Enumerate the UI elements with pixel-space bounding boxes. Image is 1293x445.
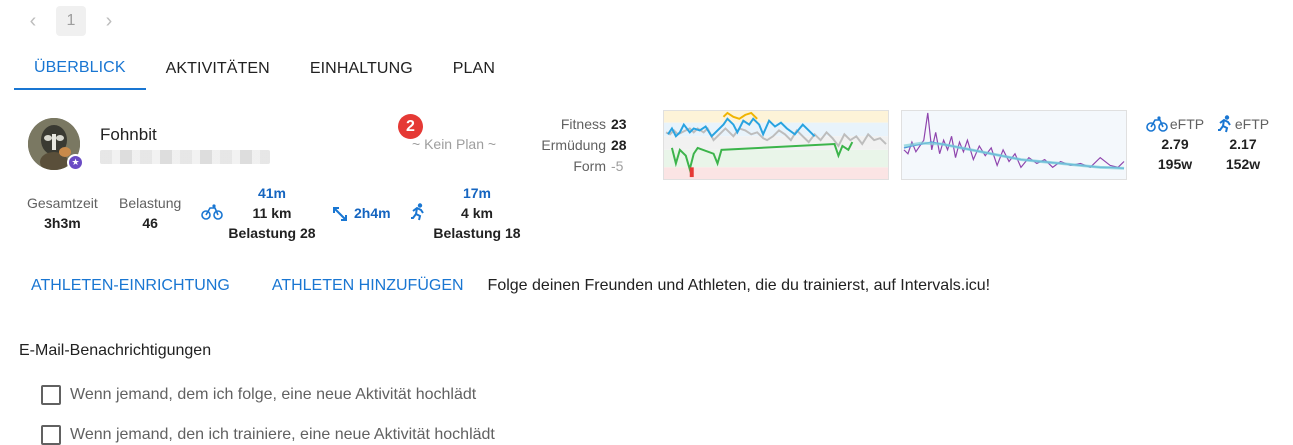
athlete-links: ATHLETEN-EINRICHTUNG ATHLETEN HINZUFÜGEN…: [31, 276, 990, 296]
tab-activities[interactable]: AKTIVITÄTEN: [146, 48, 290, 90]
eftp-ride: eFTP 2.79 195w: [1144, 114, 1206, 174]
run-icon: [411, 203, 424, 221]
tab-compliance[interactable]: EINHALTUNG: [290, 48, 433, 90]
run-distance: 4 km: [461, 205, 493, 221]
prev-page-button[interactable]: ‹: [20, 6, 46, 36]
form-label: Form: [573, 158, 606, 174]
power-curve-chart[interactable]: [901, 110, 1127, 180]
ride-load: Belastung 28: [228, 225, 316, 241]
eftp-ride-label: eFTP: [1169, 116, 1205, 132]
tab-overview[interactable]: ÜBERBLICK: [14, 48, 146, 90]
notify-coached-upload-option[interactable]: Wenn jemand, den ich trainiere, eine neu…: [41, 424, 495, 445]
fitness-summary: Fitness 23 Ermüdung 28 Form -5: [530, 114, 630, 177]
ride-time: 41m: [257, 185, 287, 201]
eftp-ride-wkg: 2.79: [1161, 136, 1189, 152]
notify-followed-upload-option[interactable]: Wenn jemand, dem ich folge, eine neue Ak…: [41, 384, 476, 406]
star-icon: ★: [67, 154, 84, 171]
run-time: 17m: [462, 185, 492, 201]
plan-status[interactable]: ~ Kein Plan ~: [412, 136, 496, 152]
run-icon: [1217, 115, 1231, 133]
eftp-run-watts: 152w: [1225, 156, 1261, 172]
bike-icon: [1146, 116, 1168, 132]
fatigue-label: Ermüdung: [541, 137, 606, 153]
notify-coached-upload-checkbox[interactable]: [41, 425, 61, 445]
current-page[interactable]: 1: [56, 6, 86, 36]
notify-followed-upload-checkbox[interactable]: [41, 385, 61, 405]
next-page-button[interactable]: ›: [96, 6, 122, 36]
follow-text: Folge deinen Freunden und Athleten, die …: [487, 277, 991, 294]
athlete-setup-link[interactable]: ATHLETEN-EINRICHTUNG: [31, 277, 230, 295]
eftp-ride-watts: 195w: [1157, 156, 1193, 172]
fatigue-value: 28: [611, 137, 627, 153]
eftp-run-label: eFTP: [1234, 116, 1270, 132]
form-value: -5: [611, 158, 624, 174]
run-load: Belastung 18: [433, 225, 521, 241]
fitness-label: Fitness: [560, 116, 606, 132]
blurred-email: [100, 150, 270, 164]
notify-followed-upload-label[interactable]: Wenn jemand, dem ich folge, eine neue Ak…: [70, 386, 476, 404]
pager: ‹ 1 ›: [20, 6, 122, 36]
run-stat[interactable]: 17m 4 km Belastung 18: [430, 183, 524, 243]
add-athletes-link[interactable]: ATHLETEN HINZUFÜGEN: [272, 277, 464, 295]
load-stat: Belastung 46: [119, 193, 181, 233]
other-time: 2h4m: [354, 205, 391, 221]
athlete-name[interactable]: Fohnbit: [100, 125, 157, 145]
fitness-chart[interactable]: [663, 110, 889, 180]
notify-coached-upload-label[interactable]: Wenn jemand, den ich trainiere, eine neu…: [70, 426, 495, 444]
expand-arrows-icon: [333, 207, 347, 221]
load-label: Belastung: [119, 195, 182, 211]
bike-icon: [201, 204, 223, 220]
total-time-value: 3h3m: [44, 215, 81, 231]
fitness-value: 23: [611, 116, 627, 132]
tab-bar: ÜBERBLICK AKTIVITÄTEN EINHALTUNG PLAN: [14, 48, 515, 90]
ride-distance: 11 km: [252, 205, 292, 221]
total-time-label: Gesamtzeit: [27, 195, 98, 211]
eftp-run-wkg: 2.17: [1229, 136, 1257, 152]
ride-stat[interactable]: 41m 11 km Belastung 28: [226, 183, 318, 243]
email-notifications-title: E-Mail-Benachrichtigungen: [19, 342, 212, 359]
tab-plan[interactable]: PLAN: [433, 48, 515, 90]
load-value: 46: [142, 215, 158, 231]
other-stat[interactable]: 2h4m: [354, 203, 391, 223]
eftp-run: eFTP 2.17 152w: [1212, 114, 1274, 174]
total-time-stat: Gesamtzeit 3h3m: [27, 193, 98, 233]
